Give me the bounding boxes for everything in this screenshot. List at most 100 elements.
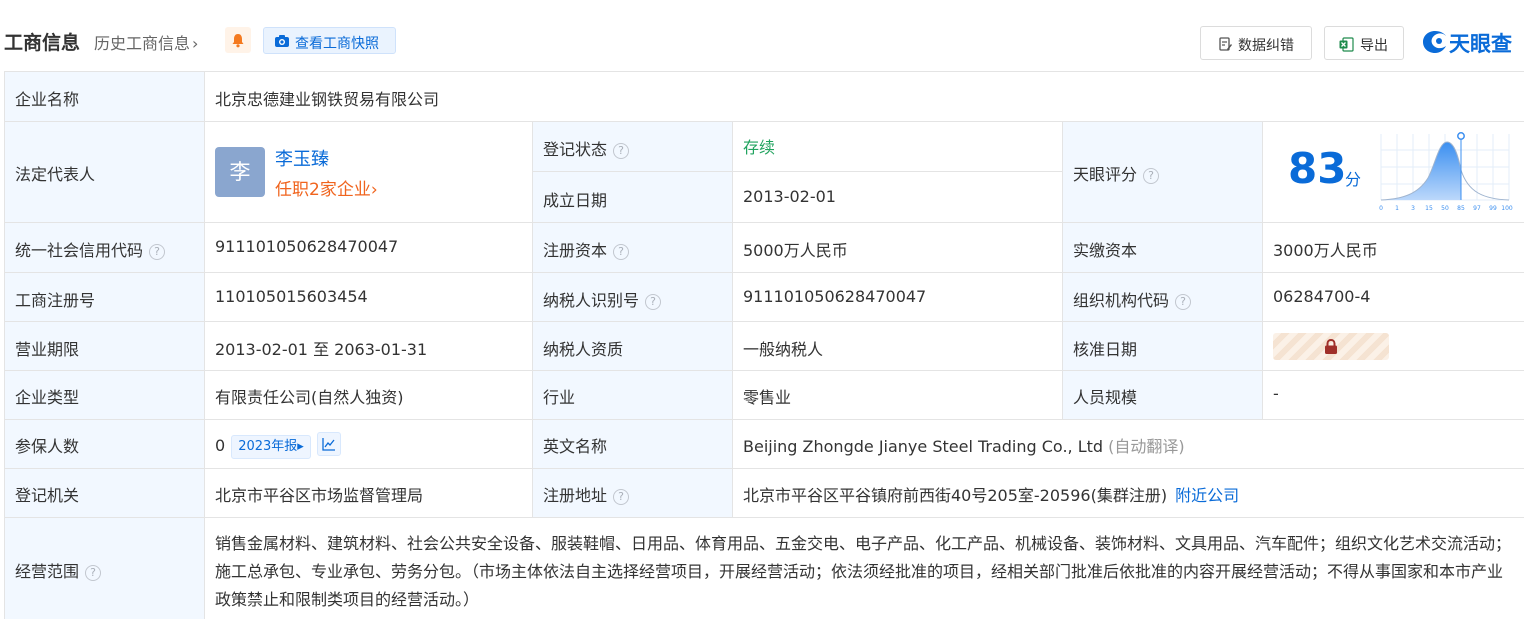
established-cell: 2013-02-01 bbox=[733, 172, 1063, 223]
uscc-label-cell: 统一社会信用代码? bbox=[5, 223, 205, 273]
tianyancha-logo[interactable]: 天眼查 bbox=[1422, 26, 1524, 58]
org-code-value: 06284700-4 bbox=[1273, 287, 1371, 306]
reg-address-label: 注册地址? bbox=[543, 482, 630, 506]
legal-rep-jobs-text: 任职2家企业 bbox=[275, 180, 371, 200]
registered-capital-value: 5000万人民币 bbox=[743, 241, 848, 260]
registered-capital-cell: 5000万人民币 bbox=[733, 223, 1063, 273]
scope-label: 经营范围? bbox=[15, 558, 102, 582]
company-type-label: 企业类型 bbox=[15, 388, 80, 407]
industry-label-cell: 行业 bbox=[533, 371, 733, 420]
org-code-label-text: 组织机构代码 bbox=[1073, 291, 1170, 310]
business-scope-text: 销售金属材料、建筑材料、社会公共安全设备、服装鞋帽、日用品、体育用品、五金交电、… bbox=[215, 534, 1512, 609]
taxpayer-quality-value: 一般纳税人 bbox=[743, 340, 824, 359]
score-axis-tick: 99 bbox=[1489, 205, 1497, 212]
annual-report-badge[interactable]: 2023年报▸ bbox=[231, 435, 311, 459]
uscc-label: 统一社会信用代码? bbox=[15, 237, 166, 261]
bell-icon bbox=[232, 34, 244, 48]
paidin-capital-label: 实缴资本 bbox=[1073, 241, 1138, 260]
trend-chart-button[interactable] bbox=[316, 432, 341, 456]
taxpayer-quality-cell: 一般纳税人 bbox=[733, 322, 1063, 371]
help-icon[interactable]: ? bbox=[1175, 294, 1192, 310]
reg-authority-label-cell: 登记机关 bbox=[5, 469, 205, 518]
help-icon[interactable]: ? bbox=[1143, 168, 1160, 184]
registered-capital-label-cell: 注册资本? bbox=[533, 223, 733, 273]
approval-date-cell bbox=[1263, 322, 1524, 371]
legal-rep-label-cell: 法定代表人 bbox=[5, 122, 205, 223]
legal-rep-jobs-link[interactable]: 任职2家企业› bbox=[275, 175, 378, 200]
edit-doc-icon bbox=[1219, 37, 1232, 51]
business-reg-no-value: 110105015603454 bbox=[215, 287, 368, 306]
english-name-wrap: Beijing Zhongde Jianye Steel Trading Co.… bbox=[743, 433, 1185, 457]
paidin-capital-label-cell: 实缴资本 bbox=[1063, 223, 1263, 273]
trend-chart-icon bbox=[322, 438, 335, 451]
company-type-value: 有限责任公司(自然人独资) bbox=[215, 388, 404, 407]
company-name-cell: 北京忠德建业钢铁贸易有限公司 bbox=[205, 72, 1524, 122]
chevron-right-icon: › bbox=[370, 180, 378, 200]
help-icon[interactable]: ? bbox=[645, 294, 662, 310]
insured-wrap: 0 2023年报▸ bbox=[215, 432, 341, 459]
org-code-label: 组织机构代码? bbox=[1073, 287, 1192, 311]
help-icon[interactable]: ? bbox=[85, 565, 102, 581]
chevron-right-icon: › bbox=[192, 34, 199, 53]
uscc-label-text: 统一社会信用代码 bbox=[15, 241, 144, 260]
paidin-capital-value: 3000万人民币 bbox=[1273, 241, 1378, 260]
help-icon[interactable]: ? bbox=[613, 143, 630, 159]
history-business-info-link[interactable]: 历史工商信息 › bbox=[94, 30, 198, 54]
scope-cell: 销售金属材料、建筑材料、社会公共安全设备、服装鞋帽、日用品、体育用品、五金交电、… bbox=[205, 518, 1524, 619]
section-header: 工商信息 历史工商信息 › 查看工商快照 数据纠错 导出 天眼查 bbox=[0, 22, 1524, 62]
scope-label-text: 经营范围 bbox=[15, 562, 80, 581]
business-reg-no-label-cell: 工商注册号 bbox=[5, 273, 205, 322]
help-icon[interactable]: ? bbox=[613, 489, 630, 505]
business-term-label: 营业期限 bbox=[15, 340, 80, 359]
nearby-companies-link[interactable]: 附近公司 bbox=[1175, 486, 1239, 505]
business-term-value: 2013-02-01 至 2063-01-31 bbox=[215, 340, 428, 359]
locked-content[interactable] bbox=[1273, 333, 1389, 360]
insured-label: 参保人数 bbox=[15, 437, 80, 456]
industry-value: 零售业 bbox=[743, 388, 792, 407]
uscc-cell: 911101050628470047 bbox=[205, 223, 533, 273]
approval-date-label: 核准日期 bbox=[1073, 340, 1138, 359]
scope-label-cell: 经营范围? bbox=[5, 518, 205, 619]
view-snapshot-button[interactable]: 查看工商快照 bbox=[263, 27, 396, 54]
english-name-label: 英文名称 bbox=[543, 437, 608, 456]
avatar[interactable]: 李 bbox=[215, 147, 265, 197]
taxpayer-id-label: 纳税人识别号? bbox=[543, 287, 662, 311]
bell-button[interactable] bbox=[225, 27, 251, 53]
registered-capital-label-text: 注册资本 bbox=[543, 241, 608, 260]
score-axis-tick: 50 bbox=[1441, 205, 1449, 212]
reg-authority-value: 北京市平谷区市场监督管理局 bbox=[215, 486, 424, 505]
help-icon[interactable]: ? bbox=[149, 244, 166, 260]
score-axis-tick: 1 bbox=[1395, 205, 1399, 212]
status-badge: 存续 bbox=[743, 138, 776, 157]
english-name-cell: Beijing Zhongde Jianye Steel Trading Co.… bbox=[733, 420, 1524, 469]
legal-rep-label: 法定代表人 bbox=[15, 165, 96, 184]
reg-address-value: 北京市平谷区平谷镇府前西街40号205室-20596(集群注册) bbox=[743, 486, 1168, 505]
org-code-cell: 06284700-4 bbox=[1263, 273, 1524, 322]
taxpayer-id-cell: 911101050628470047 bbox=[733, 273, 1063, 322]
reg-status-label-cell: 登记状态? bbox=[533, 122, 733, 172]
export-label: 导出 bbox=[1360, 38, 1388, 54]
staff-size-label: 人员规模 bbox=[1073, 388, 1138, 407]
established-date: 2013-02-01 bbox=[743, 187, 836, 206]
industry-cell: 零售业 bbox=[733, 371, 1063, 420]
logo-text: 天眼查 bbox=[1449, 32, 1512, 56]
taxpayer-id-label-text: 纳税人识别号 bbox=[543, 291, 640, 310]
legal-rep-name-link[interactable]: 李玉臻 bbox=[275, 145, 329, 171]
export-button[interactable]: 导出 bbox=[1324, 26, 1404, 60]
business-term-cell: 2013-02-01 至 2063-01-31 bbox=[205, 322, 533, 371]
help-icon[interactable]: ? bbox=[613, 244, 630, 260]
annual-report-label: 2023年报 bbox=[238, 439, 298, 454]
business-info-table: 企业名称 北京忠德建业钢铁贸易有限公司 法定代表人 李 李玉臻 任职2家企业› … bbox=[4, 71, 1524, 619]
reg-authority-label: 登记机关 bbox=[15, 486, 80, 505]
score-label-text: 天眼评分 bbox=[1073, 165, 1138, 184]
score-label-cell: 天眼评分? bbox=[1063, 122, 1263, 223]
reg-status-label: 登记状态? bbox=[543, 136, 630, 160]
score-cell[interactable]: 83 分 0 1 3 15 50 85 97 99 100 bbox=[1263, 122, 1524, 223]
taxpayer-id-label-cell: 纳税人识别号? bbox=[533, 273, 733, 322]
data-correction-button[interactable]: 数据纠错 bbox=[1200, 26, 1312, 60]
score-value: 83 bbox=[1288, 144, 1347, 193]
english-name-value: Beijing Zhongde Jianye Steel Trading Co.… bbox=[743, 437, 1104, 456]
insured-label-cell: 参保人数 bbox=[5, 420, 205, 469]
approval-date-label-cell: 核准日期 bbox=[1063, 322, 1263, 371]
score-axis-tick: 100 bbox=[1501, 205, 1513, 212]
